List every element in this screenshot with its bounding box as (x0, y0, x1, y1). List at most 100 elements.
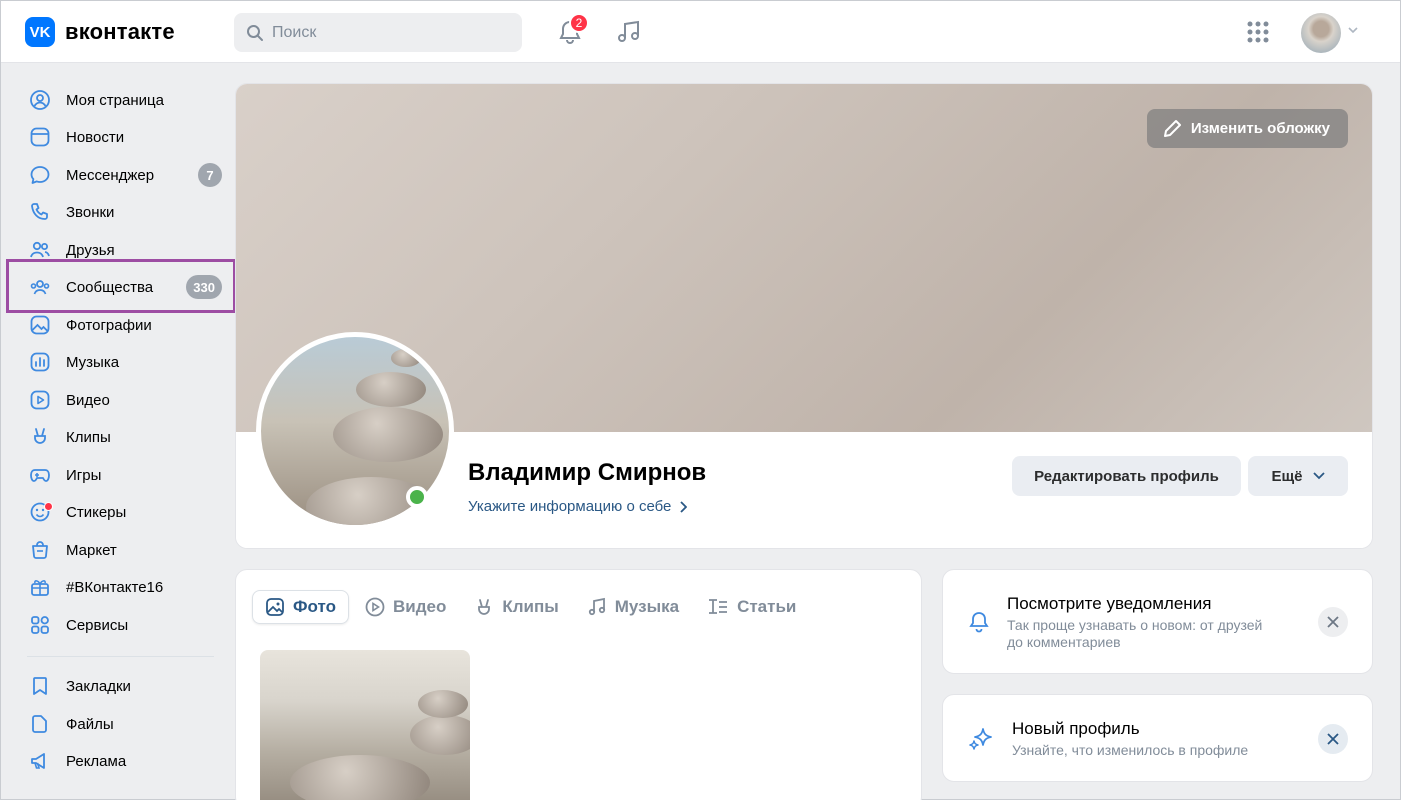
services-icon (27, 612, 53, 638)
tab-video[interactable]: Видео (353, 590, 458, 624)
megaphone-icon (27, 748, 53, 774)
profile-name: Владимир Смирнов (468, 459, 707, 486)
profile-menu-avatar[interactable] (1301, 13, 1341, 53)
top-bar: VK вконтакте 2 (1, 1, 1400, 63)
sidebar-item[interactable]: Игры (27, 458, 222, 492)
sidebar-item[interactable]: Клипы (27, 420, 222, 454)
sidebar-item[interactable]: Моя страница (27, 83, 222, 117)
sidebar-count-badge: 330 (186, 275, 222, 299)
sidebar-item[interactable]: Друзья (27, 233, 222, 267)
sidebar-divider (27, 656, 214, 657)
photo-stone (391, 349, 421, 367)
chevron-right-icon (680, 500, 688, 513)
sidebar-item[interactable]: Мессенджер 7 (27, 158, 222, 192)
sidebar-item-label: Маркет (66, 541, 117, 559)
market-icon (27, 537, 53, 563)
stickers-new-dot (44, 502, 53, 511)
notice-icon-wrap (967, 610, 991, 634)
notice-title: Посмотрите уведомления (1007, 594, 1212, 613)
sidebar-item[interactable]: Звонки (27, 195, 222, 229)
sidebar-item-label: Сообщества (66, 278, 154, 296)
sidebar-item-label: Фотографии (66, 316, 152, 334)
sidebar-item[interactable]: Закладки (27, 669, 222, 703)
sidebar-item[interactable]: Сервисы (27, 608, 222, 642)
profile-info-label: Укажите информацию о себе (468, 498, 672, 515)
close-icon (1327, 733, 1339, 745)
sidebar-item[interactable]: #ВКонтакте16 (27, 570, 222, 604)
clips-icon (27, 424, 53, 450)
photo-thumbnail[interactable] (260, 650, 470, 800)
tab-articles[interactable]: Статьи (695, 590, 808, 624)
sidebar-item[interactable]: Файлы (27, 707, 222, 741)
notice-subtitle: Узнайте, что изменилось в профиле (1012, 742, 1249, 758)
apps-button[interactable] (1243, 17, 1273, 47)
clips-icon (478, 599, 491, 615)
sidebar-item-label: Сервисы (66, 616, 129, 634)
music-note-icon (618, 20, 639, 42)
sidebar-count-badge: 7 (198, 163, 222, 187)
vk-logo-mark: VK (25, 17, 55, 47)
photo-icon (27, 312, 53, 338)
video-icon (27, 387, 53, 413)
articles-icon (709, 599, 728, 614)
search-icon (247, 24, 263, 41)
sidebar-item-label: Клипы (66, 428, 111, 446)
search-box[interactable] (234, 13, 522, 52)
sidebar-item-label: Видео (66, 391, 110, 409)
vk-logo[interactable]: VK вконтакте (25, 17, 175, 47)
video-icon (365, 597, 385, 617)
notice-close-button[interactable] (1318, 724, 1348, 754)
tab-music-label: Музыка (614, 597, 680, 616)
tab-photo[interactable]: Фото (252, 590, 349, 624)
gamepad-icon (27, 462, 53, 488)
profile-info-link[interactable]: Укажите информацию о себе (468, 498, 688, 515)
tab-video-label: Видео (392, 597, 447, 616)
sidebar-item-label: Закладки (66, 677, 131, 695)
change-cover-label: Изменить обложку (1190, 120, 1330, 137)
message-icon (27, 162, 53, 188)
notice-subtitle-line: до комментариев (1007, 634, 1121, 650)
tab-music[interactable]: Музыка (575, 590, 691, 624)
tab-clips-label: Клипы (502, 597, 559, 616)
more-button[interactable]: Ещё (1248, 456, 1348, 496)
more-label: Ещё (1271, 467, 1303, 485)
apps-grid-icon (1247, 21, 1269, 43)
sidebar-item[interactable]: Реклама (27, 744, 222, 778)
phone-icon (27, 199, 53, 225)
sidebar-item-label: #ВКонтакте16 (66, 578, 164, 596)
online-indicator (406, 486, 428, 508)
chevron-down-icon[interactable] (1347, 25, 1359, 35)
gift-icon (27, 574, 53, 600)
sidebar-item-label: Звонки (66, 203, 115, 221)
sidebar-item[interactable]: Видео (27, 383, 222, 417)
sidebar-item[interactable]: Новости (27, 120, 222, 154)
sidebar-item-label: Реклама (66, 752, 127, 770)
tab-clips[interactable]: Клипы (462, 590, 570, 624)
notice-new-profile: Новый профиль Узнайте, что изменилось в … (942, 694, 1373, 782)
music-player-button[interactable] (614, 17, 644, 47)
sidebar-item[interactable]: Музыка (27, 345, 222, 379)
photo-stone (410, 715, 470, 755)
media-tabs: Фото Видео Клипы Музыка Статьи (252, 590, 808, 624)
music-icon (27, 349, 53, 375)
photo-stone (290, 755, 430, 800)
photo-stone (418, 690, 468, 718)
newsfeed-icon (27, 124, 53, 150)
tab-articles-label: Статьи (737, 597, 797, 616)
sparkle-icon (969, 728, 992, 750)
sidebar-item[interactable]: Фотографии (27, 308, 222, 342)
sidebar-item[interactable]: Сообщества 330 (27, 270, 222, 304)
search-input[interactable] (272, 23, 502, 42)
close-icon (1327, 616, 1339, 628)
photo-icon (266, 598, 284, 616)
change-cover-button[interactable]: Изменить обложку (1146, 109, 1348, 148)
notifications-count-badge: 2 (569, 13, 589, 33)
edit-profile-button[interactable]: Редактировать профиль (1012, 456, 1241, 496)
notice-title: Новый профиль (1012, 719, 1140, 738)
sidebar-item[interactable]: Стикеры (27, 495, 222, 529)
media-card: Фото Видео Клипы Музыка Статьи (235, 569, 922, 800)
notice-close-button[interactable] (1318, 607, 1348, 637)
sidebar-item[interactable]: Маркет (27, 533, 222, 567)
profile-card: Изменить обложку Владимир Смирнов Укажит… (235, 83, 1373, 549)
notice-notifications: Посмотрите уведомления Так проще узнават… (942, 569, 1373, 674)
